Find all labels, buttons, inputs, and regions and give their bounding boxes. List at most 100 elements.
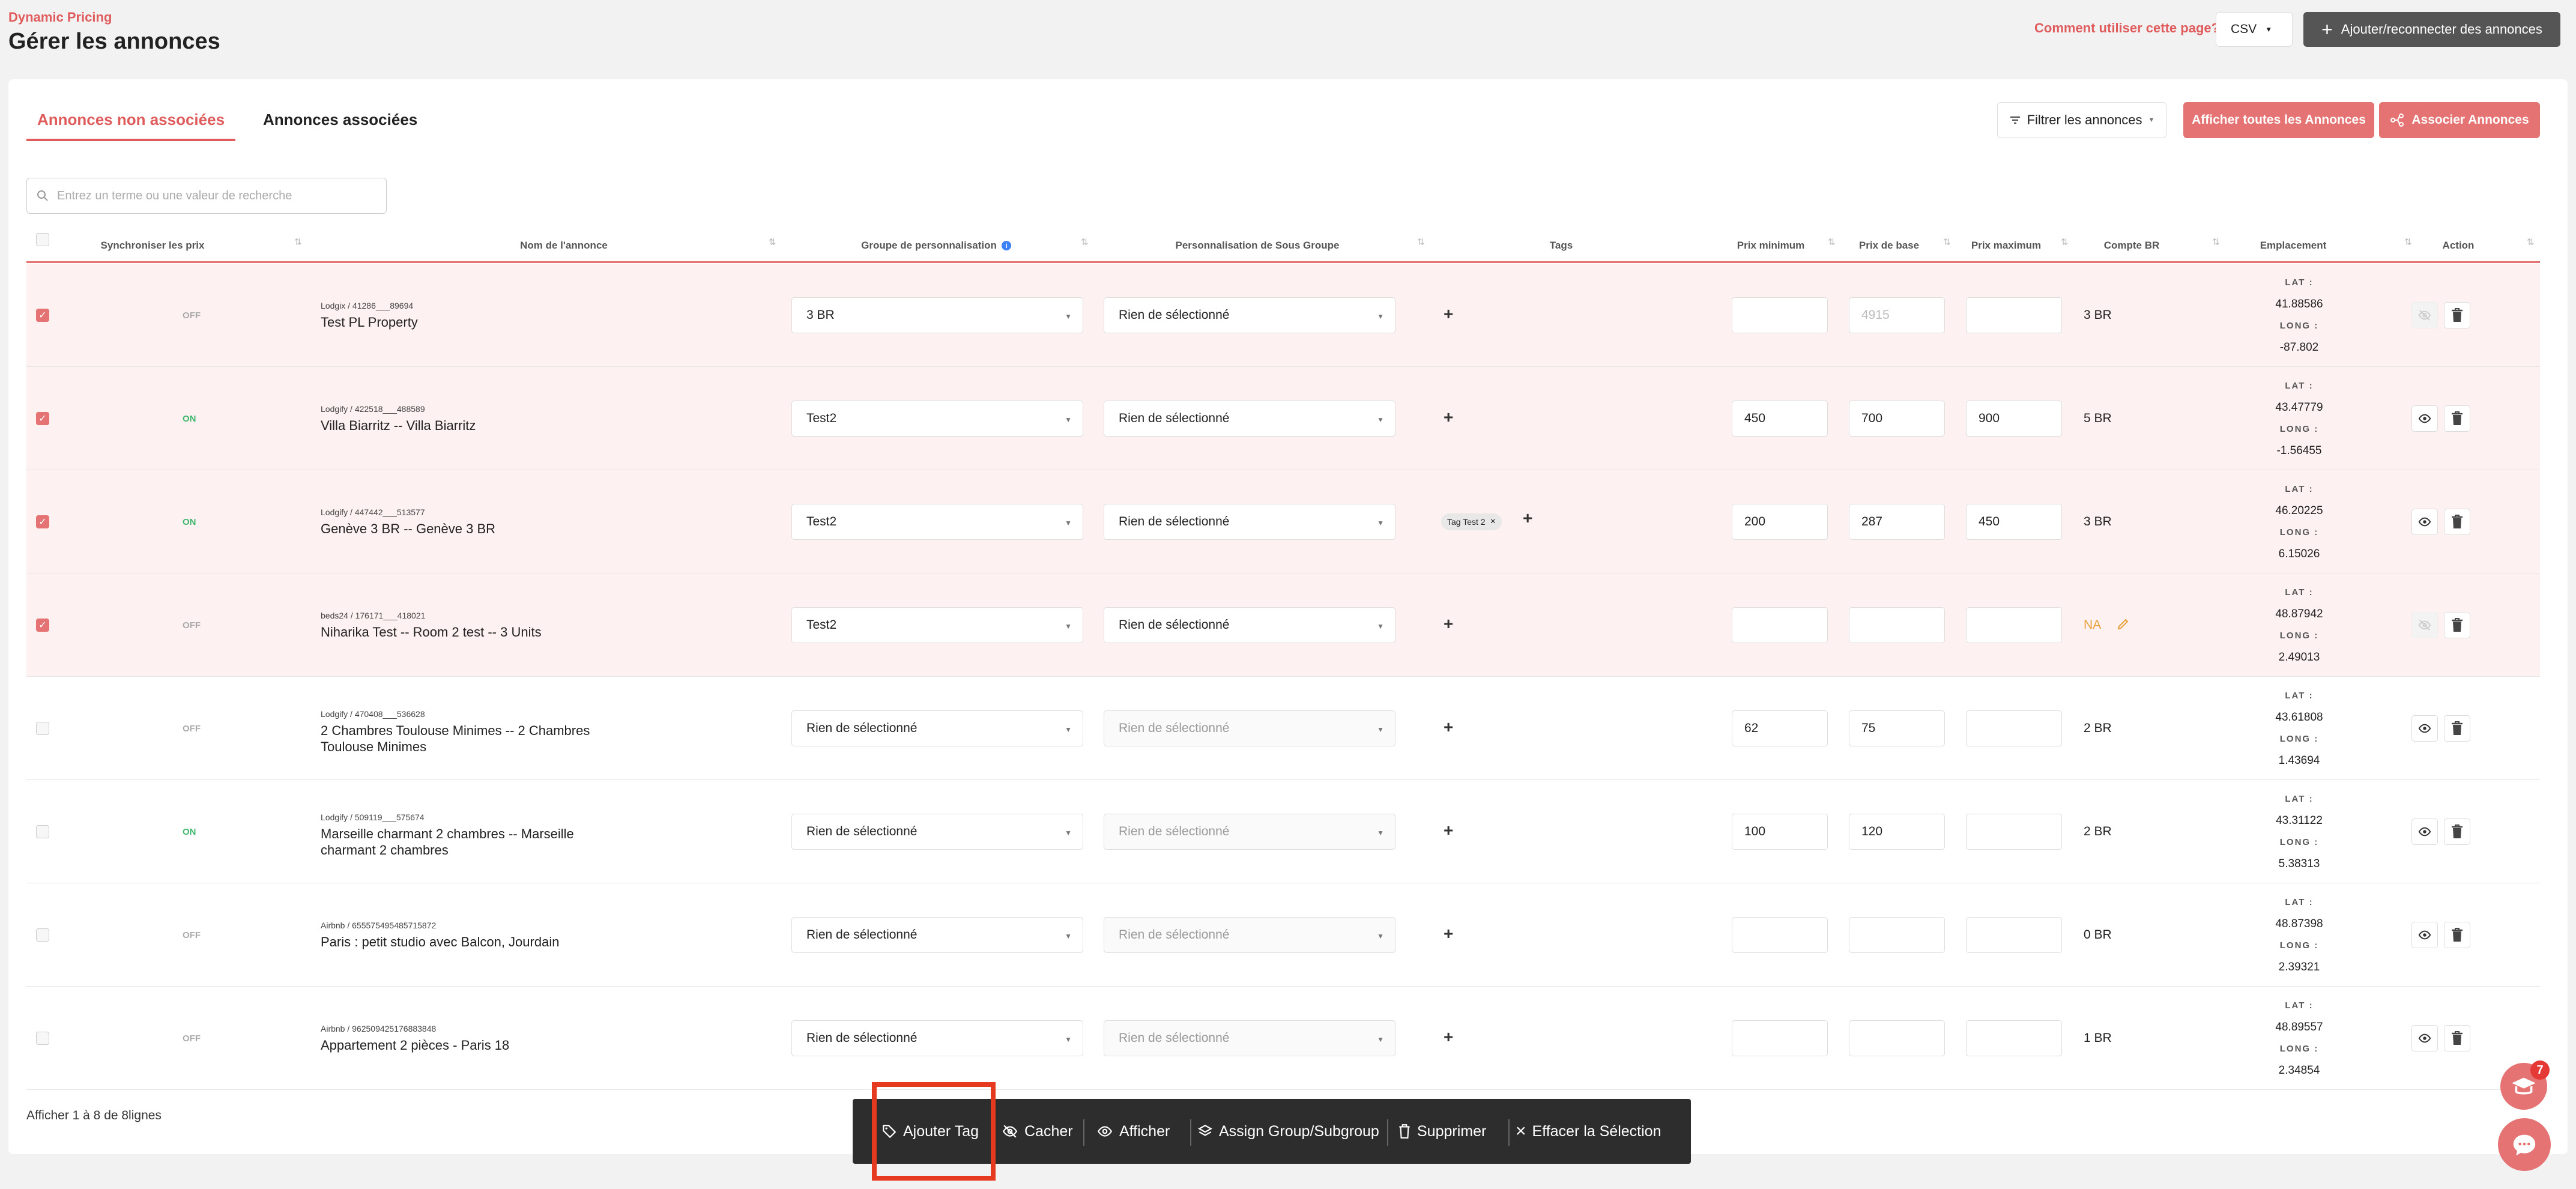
sort-icon[interactable]: ⇅ [1828,238,1836,247]
row-checkbox[interactable]: ✓ [36,619,49,632]
sync-status[interactable]: OFF [183,883,201,987]
max-price-input[interactable] [1966,1020,2062,1056]
max-price-input[interactable] [1966,607,2062,643]
base-price-input[interactable]: 120 [1849,814,1945,850]
min-price-input[interactable] [1732,1020,1828,1056]
sort-icon[interactable]: ⇅ [1943,238,1951,247]
clear-selection-button[interactable]: × Effacer la Sélection [1516,1099,1661,1164]
add-tag-plus-icon[interactable]: + [1523,509,1532,528]
associate-listings-button[interactable]: Associer Annonces [2379,102,2540,138]
min-price-input[interactable]: 200 [1732,504,1828,540]
delete-row-button[interactable] [2444,818,2470,845]
delete-row-button[interactable] [2444,1025,2470,1051]
group-select[interactable]: Rien de sélectionné ▼ [791,917,1083,953]
remove-tag-icon[interactable]: × [1490,516,1496,527]
sort-icon[interactable]: ⇅ [294,238,302,247]
add-tag-plus-icon[interactable]: + [1444,821,1453,840]
add-listings-button[interactable]: + Ajouter/reconnecter des annonces [2303,12,2560,47]
add-tag-plus-icon[interactable]: + [1444,718,1453,737]
sync-status[interactable]: OFF [183,987,201,1090]
max-price-input[interactable] [1966,814,2062,850]
sort-icon[interactable]: ⇅ [2404,238,2412,247]
min-price-input[interactable] [1732,297,1828,333]
base-price-input[interactable]: 700 [1849,401,1945,437]
visibility-button[interactable] [2411,715,2438,742]
delete-row-button[interactable] [2444,302,2470,328]
delete-button[interactable]: Supprimer [1398,1099,1486,1164]
select-all-checkbox[interactable] [36,233,49,246]
visibility-button[interactable] [2411,405,2438,432]
visibility-button[interactable] [2411,509,2438,535]
base-price-input[interactable] [1849,1020,1945,1056]
row-checkbox[interactable]: ✓ [36,515,49,528]
base-price-input[interactable] [1849,917,1945,953]
group-select[interactable]: Test2 ▼ [791,607,1083,643]
min-price-input[interactable] [1732,607,1828,643]
visibility-button[interactable] [2411,922,2438,948]
min-price-input[interactable] [1732,917,1828,953]
row-checkbox[interactable] [36,1032,49,1045]
subgroup-select[interactable]: Rien de sélectionné ▼ [1104,297,1395,333]
chat-button[interactable] [2498,1118,2551,1171]
sort-icon[interactable]: ⇅ [2527,238,2535,247]
visibility-off-button[interactable] [2411,612,2438,638]
show-button[interactable]: Afficher [1096,1099,1170,1164]
base-price-input[interactable] [1849,607,1945,643]
group-select[interactable]: Rien de sélectionné ▼ [791,814,1083,850]
delete-row-button[interactable] [2444,405,2470,432]
min-price-input[interactable]: 62 [1732,710,1828,746]
group-select[interactable]: 3 BR ▼ [791,297,1083,333]
add-tag-plus-icon[interactable]: + [1444,924,1453,943]
add-tag-plus-icon[interactable]: + [1444,408,1453,427]
sync-status[interactable]: ON [183,367,196,470]
sync-status[interactable]: ON [183,470,196,573]
row-checkbox[interactable] [36,825,49,838]
row-checkbox[interactable] [36,722,49,735]
assign-group-button[interactable]: Assign Group/Subgroup [1197,1099,1379,1164]
subgroup-select[interactable]: Rien de sélectionné ▼ [1104,1020,1395,1056]
add-tag-plus-icon[interactable]: + [1444,1027,1453,1047]
subgroup-select[interactable]: Rien de sélectionné ▼ [1104,504,1395,540]
base-price-input[interactable]: 4915 [1849,297,1945,333]
sort-icon[interactable]: ⇅ [769,238,776,247]
edit-pencil-icon[interactable] [2116,617,2130,634]
min-price-input[interactable]: 100 [1732,814,1828,850]
filter-listings-button[interactable]: Filtrer les annonces ▼ [1997,102,2166,138]
subgroup-select[interactable]: Rien de sélectionné ▼ [1104,710,1395,746]
sync-status[interactable]: OFF [183,264,201,367]
visibility-button[interactable] [2411,1025,2438,1051]
sort-icon[interactable]: ⇅ [2061,238,2069,247]
info-icon[interactable]: i [1001,241,1011,250]
sort-icon[interactable]: ⇅ [2212,238,2220,247]
sort-icon[interactable]: ⇅ [1081,238,1089,247]
delete-row-button[interactable] [2444,509,2470,535]
visibility-button[interactable] [2411,818,2438,845]
sync-status[interactable]: ON [183,780,196,883]
max-price-input[interactable] [1966,297,2062,333]
visibility-off-button[interactable] [2411,302,2438,328]
group-select[interactable]: Rien de sélectionné ▼ [791,710,1083,746]
help-link[interactable]: Comment utiliser cette page? [2034,20,2219,36]
subgroup-select[interactable]: Rien de sélectionné ▼ [1104,917,1395,953]
row-checkbox[interactable] [36,928,49,942]
delete-row-button[interactable] [2444,922,2470,948]
row-checkbox[interactable]: ✓ [36,412,49,425]
add-tag-plus-icon[interactable]: + [1444,614,1453,634]
show-all-listings-button[interactable]: Afficher toutes les Annonces [2183,102,2374,138]
sync-status[interactable]: OFF [183,573,201,677]
base-price-input[interactable]: 75 [1849,710,1945,746]
base-price-input[interactable]: 287 [1849,504,1945,540]
subgroup-select[interactable]: Rien de sélectionné ▼ [1104,401,1395,437]
max-price-input[interactable] [1966,710,2062,746]
search-input[interactable] [57,189,381,203]
min-price-input[interactable]: 450 [1732,401,1828,437]
max-price-input[interactable]: 900 [1966,401,2062,437]
max-price-input[interactable] [1966,917,2062,953]
sync-status[interactable]: OFF [183,677,201,780]
hide-button[interactable]: Cacher [1002,1099,1073,1164]
row-checkbox[interactable]: ✓ [36,309,49,322]
group-select[interactable]: Rien de sélectionné ▼ [791,1020,1083,1056]
tab-associated[interactable]: Annonces associées [263,110,417,139]
delete-row-button[interactable] [2444,612,2470,638]
subgroup-select[interactable]: Rien de sélectionné ▼ [1104,814,1395,850]
